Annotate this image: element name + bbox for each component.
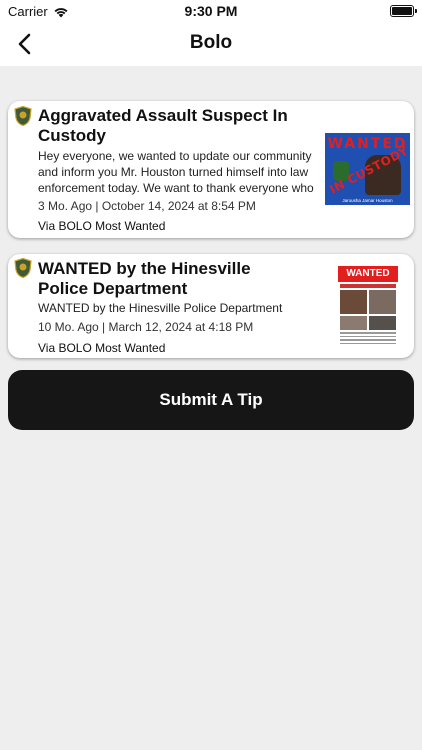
bolo-post-card[interactable]: Aggravated Assault Suspect In Custody He…	[8, 101, 414, 238]
submit-tip-button[interactable]: Submit A Tip	[8, 370, 414, 430]
police-badge-icon	[14, 106, 32, 126]
battery-icon	[390, 5, 417, 17]
post-source: Via BOLO Most Wanted	[38, 219, 166, 233]
thumbnail-caption: Jarousha Jamar Houston	[342, 198, 393, 203]
post-timestamp: 3 Mo. Ago | October 14, 2024 at 8:54 PM	[38, 199, 256, 213]
thumbnail-heading: WANTED	[338, 266, 398, 282]
suspect-photo	[369, 290, 396, 314]
post-source: Via BOLO Most Wanted	[38, 341, 166, 355]
post-timestamp: 10 Mo. Ago | March 12, 2024 at 4:18 PM	[38, 320, 254, 334]
page-title: Bolo	[189, 32, 233, 53]
post-thumbnail[interactable]: WANTED	[338, 264, 398, 344]
thumbnail-subheading-bar	[340, 284, 396, 288]
police-badge-icon	[14, 258, 32, 278]
suspect-photo	[340, 316, 367, 330]
suspect-photo	[369, 316, 396, 330]
post-body: Hey everyone, we wanted to update our co…	[38, 149, 314, 195]
post-body: WANTED by the Hinesville Police Departme…	[38, 301, 283, 315]
post-thumbnail[interactable]: WANTED IN CUSTODY Jarousha Jamar Houston	[325, 133, 410, 205]
status-bar: Carrier 9:30 PM	[0, 0, 422, 22]
thumbnail-text-lines	[340, 332, 396, 344]
post-title: WANTED by the Hinesville Police Departme…	[38, 259, 251, 298]
status-time: 9:30 PM	[184, 3, 238, 19]
bolo-post-card[interactable]: WANTED by the Hinesville Police Departme…	[8, 254, 414, 358]
nav-bar: Bolo	[0, 22, 422, 66]
suspect-photo	[340, 290, 367, 314]
post-title: Aggravated Assault Suspect In Custody	[38, 106, 288, 145]
